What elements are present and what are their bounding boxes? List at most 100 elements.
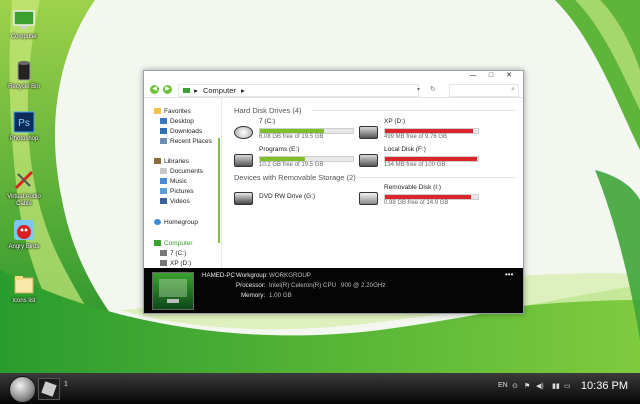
memory-label: Memory:	[241, 292, 266, 299]
content-pane: Hard Disk Drives (4) 7 (C:) 6.08 GB free…	[224, 98, 523, 268]
nav-computer[interactable]: Computer	[154, 240, 193, 247]
desktop: Computer Recycle Bin Ps Photoshop Virtua…	[0, 0, 640, 404]
drive-icon	[234, 154, 253, 167]
address-bar: ◀ ▶ ▸ Computer ▸ ▾ ↻ ⌕	[144, 83, 523, 98]
homegroup-icon	[154, 219, 161, 226]
network-icon[interactable]: ▮▮	[552, 382, 560, 390]
usage-fill	[385, 129, 474, 133]
drive-name: XP (D:)	[384, 118, 406, 125]
photoshop-icon: Ps	[12, 110, 36, 134]
processor-label: Processor:	[236, 282, 266, 289]
drive-item[interactable]: 7 (C:) 6.08 GB free of 19.5 GB	[234, 118, 359, 146]
nav-desktop[interactable]: Desktop	[160, 118, 194, 125]
drive-item[interactable]: Local Disk (F:) 134 MB free of 100 GB	[359, 146, 484, 174]
drive-item[interactable]: DVD RW Drive (G:)	[234, 184, 359, 212]
desktop-icon	[160, 118, 167, 125]
usb-drive-icon	[359, 192, 378, 205]
pictures-icon	[160, 188, 167, 195]
desktop-icon-recycle-bin[interactable]: Recycle Bin	[4, 58, 44, 91]
search-icon: ⌕	[511, 86, 515, 93]
clock[interactable]: 10:36 PM	[581, 380, 628, 392]
monitor-icon[interactable]: ▭	[564, 382, 571, 390]
start-button[interactable]	[9, 376, 36, 403]
drive-free: 134 MB free of 100 GB	[384, 162, 446, 168]
breadcrumb[interactable]: Computer	[203, 86, 236, 95]
processor-value: Intel(R) Celeron(R) CPU	[269, 282, 337, 289]
scroll-accent[interactable]	[218, 138, 220, 243]
nav-libraries[interactable]: Libraries	[154, 158, 189, 165]
desktop-icon-label: Icons list	[12, 298, 36, 304]
forward-button[interactable]: ▶	[163, 85, 172, 94]
taskbar-count: 1	[64, 381, 68, 388]
drive-item[interactable]: Programs (E:) 10.2 GB free of 19.5 GB	[234, 146, 359, 174]
nav-documents[interactable]: Documents	[160, 168, 203, 175]
back-button[interactable]: ◀	[150, 85, 159, 94]
libraries-icon	[154, 158, 161, 165]
audio-app-icon	[12, 168, 36, 192]
drive-icon	[359, 154, 378, 167]
desktop-icon-photoshop[interactable]: Ps Photoshop	[4, 110, 44, 143]
nav-recent-places[interactable]: Recent Places	[160, 138, 212, 145]
nav-pictures[interactable]: Pictures	[160, 188, 193, 195]
desktop-icon-label: Virtual Audio Cable	[7, 194, 41, 207]
photoshop-glyph: Ps	[18, 118, 30, 129]
drive-name: Programs (E:)	[259, 146, 300, 153]
angry-birds-icon	[12, 218, 36, 242]
usage-fill	[260, 157, 305, 161]
drive-item[interactable]: XP (D:) 499 MB free of 9.76 GB	[359, 118, 484, 146]
drive-free: 499 MB free of 9.76 GB	[384, 134, 448, 140]
usage-fill	[385, 195, 472, 199]
desktop-icon-virtual-audio-cable[interactable]: Virtual Audio Cable	[4, 168, 44, 208]
section-header-hdd[interactable]: Hard Disk Drives (4)	[234, 106, 302, 115]
search-input[interactable]: ⌕	[449, 84, 519, 97]
drive-free: 10.2 GB free of 19.5 GB	[259, 162, 324, 168]
close-button[interactable]: ✕	[502, 71, 516, 81]
nav-music[interactable]: Music	[160, 178, 187, 185]
flag-icon[interactable]: ⚑	[524, 382, 530, 390]
title-bar[interactable]: — □ ✕	[144, 71, 523, 83]
computer-icon	[12, 8, 36, 32]
maximize-button[interactable]: □	[484, 71, 498, 81]
usage-fill	[260, 129, 325, 133]
recycle-bin-icon	[12, 58, 36, 82]
desktop-icon-computer[interactable]: Computer	[4, 8, 44, 41]
videos-icon	[160, 198, 167, 205]
music-icon	[160, 178, 167, 185]
nav-favorites[interactable]: Favorites	[154, 108, 191, 115]
pinned-app-button[interactable]	[38, 378, 60, 400]
pc-name: HAMED-PC	[202, 272, 236, 279]
drive-name: Removable Disk (I:)	[384, 184, 442, 191]
minimize-button[interactable]: —	[466, 71, 480, 81]
system-icon[interactable]: ⊙	[512, 382, 518, 390]
volume-icon[interactable]: ◀)	[536, 382, 544, 390]
dropdown-icon[interactable]: ▾	[417, 86, 420, 93]
desktop-icon-label: Computer	[10, 34, 38, 40]
nav-videos[interactable]: Videos	[160, 198, 190, 205]
desktop-icon-label: Recycle Bin	[8, 84, 40, 90]
refresh-icon[interactable]: ↻	[430, 85, 436, 93]
memory-value: 1.00 GB	[269, 292, 292, 299]
app-icon	[41, 381, 57, 397]
nav-drive-d[interactable]: XP (D:)	[160, 260, 191, 267]
drive-name: DVD RW Drive (G:)	[259, 193, 316, 200]
more-options-button[interactable]: •••	[505, 270, 513, 279]
address-box[interactable]: ▸ Computer ▸	[178, 84, 419, 97]
computer-icon	[152, 272, 194, 310]
nav-homegroup[interactable]: Homegroup	[154, 219, 198, 226]
drive-icon	[160, 260, 167, 267]
taskbar: 1 EN ⊙ ⚑ ◀) ▮▮ ▭ 10:36 PM	[0, 373, 640, 404]
drive-icon	[359, 126, 378, 139]
drive-item[interactable]: Removable Disk (I:) 0.98 GB free of 14.9…	[359, 184, 484, 212]
drive-free: 6.08 GB free of 19.5 GB	[259, 134, 324, 140]
nav-downloads[interactable]: Downloads	[160, 128, 202, 135]
nav-drive-c[interactable]: 7 (C:)	[160, 250, 186, 257]
desktop-icon-folder[interactable]: Icons list	[4, 272, 44, 305]
usage-fill	[385, 157, 478, 161]
drive-name: Local Disk (F:)	[384, 146, 426, 153]
drive-name: 7 (C:)	[259, 118, 276, 125]
language-indicator[interactable]: EN	[498, 382, 508, 389]
documents-icon	[160, 168, 167, 175]
workgroup-value: WORKGROUP	[269, 272, 311, 279]
section-header-removable[interactable]: Devices with Removable Storage (2)	[234, 173, 356, 182]
desktop-icon-angry-birds[interactable]: Angry Birds	[4, 218, 44, 251]
